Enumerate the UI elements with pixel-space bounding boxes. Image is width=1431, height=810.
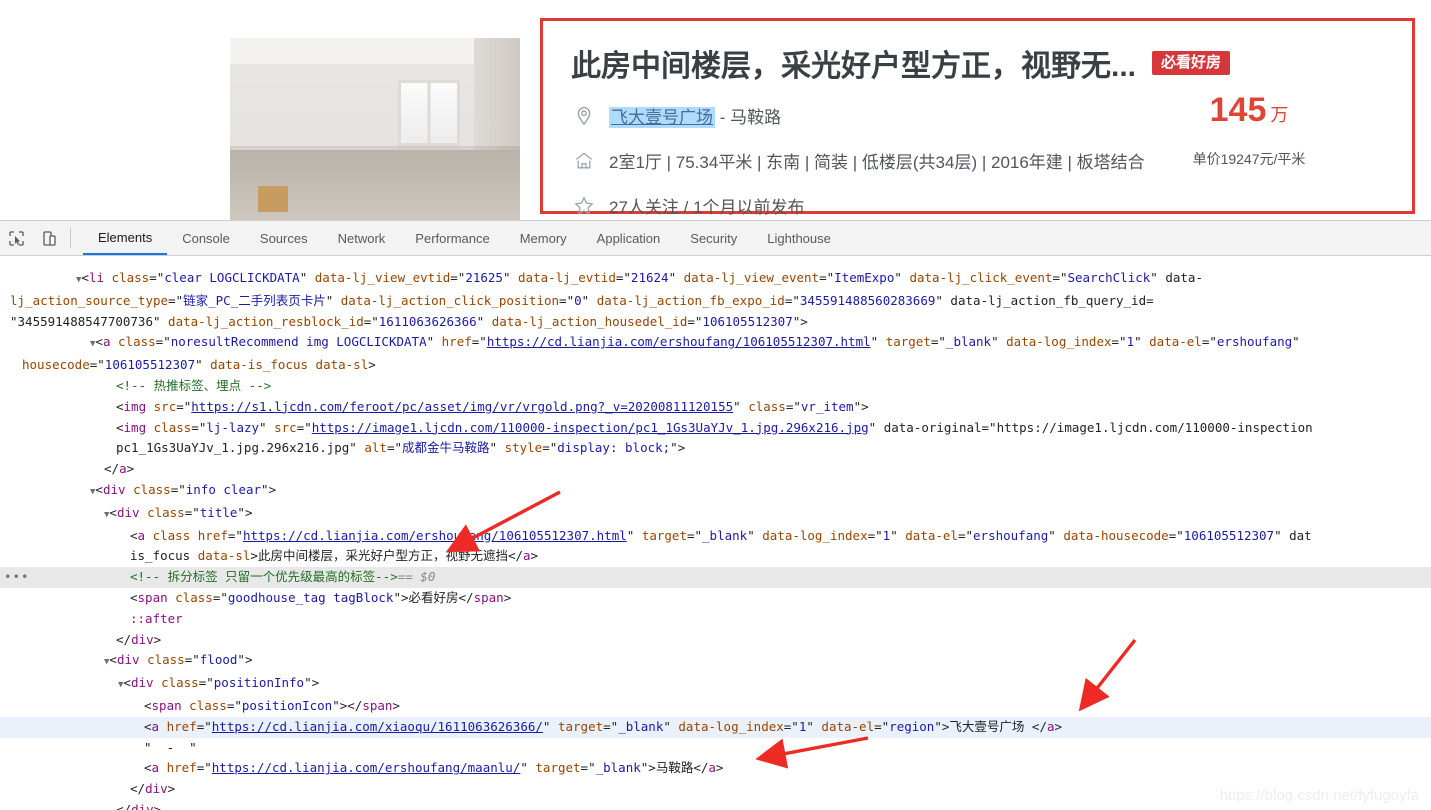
- tab-memory[interactable]: Memory: [505, 221, 582, 255]
- dom-line-a-title-2: is_focus data-sl>此房中间楼层，采光好户型方正，视野无遮挡</a…: [0, 546, 1431, 567]
- dom-line-div-positioninfo[interactable]: ▼<div class="positionInfo">: [0, 673, 1431, 696]
- tab-sources[interactable]: Sources: [245, 221, 323, 255]
- dom-code-l6: </a>: [104, 461, 135, 477]
- overflow-dots-icon[interactable]: •••: [4, 567, 30, 588]
- dom-line-a-img-open[interactable]: ▼<a class="noresultRecommend img LOGCLIC…: [0, 332, 1431, 355]
- dom-code-l2b: housecode="106105512307" data-is_focus d…: [22, 357, 376, 373]
- dom-code-l13: </div>: [116, 631, 162, 647]
- dom-line-div-positioninfo-close: </div>: [0, 779, 1431, 800]
- dom-code-l1c: "345591488547700736" data-lj_action_resb…: [10, 313, 808, 329]
- dom-line-a-close: </a>: [0, 459, 1431, 480]
- device-toolbar-icon[interactable]: [33, 221, 66, 255]
- location-separator: -: [715, 108, 731, 127]
- dom-code-l4: <img src="https://s1.ljcdn.com/feroot/pc…: [116, 398, 869, 414]
- photo-box-object: [258, 186, 288, 212]
- dom-code-l12: ::after: [130, 610, 183, 626]
- tab-performance[interactable]: Performance: [400, 221, 504, 255]
- dom-line-li-open-3: "345591488547700736" data-lj_action_resb…: [0, 312, 1431, 333]
- listing-specs-row: 2室1厅 | 75.34平米 | 东南 | 简装 | 低楼层(共34层) | 2…: [571, 144, 1145, 177]
- dom-line-a-maanlu[interactable]: <a href="https://cd.lianjia.com/ershoufa…: [0, 758, 1431, 779]
- dom-code-l1a: <li class="clear LOGCLICKDATA" data-lj_v…: [81, 270, 1203, 285]
- photo-window: [398, 80, 460, 146]
- dom-code-l8: <div class="title">: [109, 504, 253, 520]
- price-number: 145: [1209, 91, 1267, 129]
- listing-title-row: 此房中间楼层，采光好户型方正，视野无... 必看好房: [571, 41, 1392, 85]
- dom-code-l5a: <img class="lj-lazy" src="https://image1…: [116, 419, 1313, 435]
- listing-photo[interactable]: [230, 38, 520, 220]
- price-unit: 万: [1270, 105, 1289, 125]
- price-per-sqm: 单价19247元/平米: [1192, 151, 1306, 167]
- listing-title[interactable]: 此房中间楼层，采光好户型方正，视野无...: [571, 41, 1136, 85]
- dom-code-l2a: <a class="noresultRecommend img LOGCLICK…: [95, 334, 1300, 350]
- dom-line-div-title[interactable]: ▼<div class="title">: [0, 503, 1431, 526]
- dom-code-l7: <div class="info clear">: [95, 481, 277, 497]
- listing-follow-row: 27人关注 / 1个月以前发布: [571, 189, 1145, 222]
- dom-line-li-open[interactable]: ▼<li class="clear LOGCLICKDATA" data-lj_…: [0, 268, 1431, 291]
- dom-line-span-goodhouse[interactable]: <span class="goodhouse_tag tagBlock">必看好…: [0, 588, 1431, 609]
- dom-line-span-positionicon[interactable]: <span class="positionIcon"></span>: [0, 696, 1431, 717]
- price-total: 145 万: [1134, 93, 1364, 127]
- community-link[interactable]: 飞大壹号广场: [609, 107, 715, 128]
- devtools-toolbar: Elements Console Sources Network Performance…: [0, 221, 1431, 256]
- dom-code-l19: <a href="https://cd.lianjia.com/ershoufa…: [144, 760, 724, 776]
- dom-line-a-title[interactable]: <a class href="https://cd.lianjia.com/er…: [0, 526, 1431, 547]
- dom-code-l17a: <a href="https://cd.lianjia.com/xiaoqu/1…: [144, 718, 1063, 734]
- listing-location-text: 飞大壹号广场 - 马鞍路: [609, 103, 781, 128]
- dom-line-a-img-open-2: housecode="106105512307" data-is_focus d…: [0, 355, 1431, 376]
- dom-code-l21: </div>: [116, 801, 162, 810]
- toolbar-divider: [70, 228, 71, 248]
- inspect-element-icon[interactable]: [0, 221, 33, 255]
- dom-code-l18: " - ": [144, 739, 197, 755]
- dom-code-l5b: pc1_1Gs3UaYJv_1.jpg.296x216.jpg" alt="成都…: [116, 440, 686, 456]
- dom-code-l16: <span class="positionIcon"></span>: [144, 697, 400, 713]
- dom-line-textnode-dash: " - ": [0, 738, 1431, 759]
- selected-node-marker: == $0: [397, 569, 436, 585]
- tab-security[interactable]: Security: [675, 221, 752, 255]
- dom-line-a-xiaoqu[interactable]: <a href="https://cd.lianjia.com/xiaoqu/1…: [0, 716, 1431, 738]
- dom-code-l20: </div>: [130, 781, 176, 797]
- listing-detail-rows: 飞大壹号广场 - 马鞍路 2室1厅 | 75.34平米 | 东南 | 简装 | …: [571, 99, 1145, 234]
- screen-root: 此房中间楼层，采光好户型方正，视野无... 必看好房 飞大壹号广场 - 马鞍路: [0, 0, 1431, 810]
- dom-code-l3: <!-- 热推标签、埋点 -->: [116, 377, 272, 393]
- tab-console[interactable]: Console: [167, 221, 245, 255]
- tab-application[interactable]: Application: [582, 221, 676, 255]
- listing-specs-text: 2室1厅 | 75.34平米 | 东南 | 简装 | 低楼层(共34层) | 2…: [609, 153, 1145, 172]
- map-pin-icon: [571, 105, 597, 127]
- dom-code-l10: <!-- 拆分标签 只留一个优先级最高的标签-->: [130, 569, 398, 585]
- dom-line-partial: [0, 258, 1431, 268]
- dom-line-div-flood-close: </div>: [0, 800, 1431, 810]
- devtools-panel: Elements Console Sources Network Performance…: [0, 220, 1431, 810]
- dom-line-comment-hot: <!-- 热推标签、埋点 -->: [0, 376, 1431, 397]
- house-icon: [571, 150, 597, 172]
- devtools-tabs: Elements Console Sources Network Performance…: [83, 221, 846, 255]
- dom-line-pseudo-after[interactable]: ::after: [0, 609, 1431, 630]
- dom-code-l11: <span class="goodhouse_tag tagBlock">必看好…: [130, 589, 512, 605]
- tab-elements[interactable]: Elements: [83, 221, 168, 255]
- dom-line-selected-comment[interactable]: ••• <!-- 拆分标签 只留一个优先级最高的标签-->== $0: [0, 567, 1431, 588]
- star-icon: [571, 195, 597, 217]
- price-block: 145 万 单价19247元/平米: [1134, 93, 1364, 169]
- dom-line-li-open-2: lj_action_source_type="链家_PC_二手列表页卡片" da…: [0, 291, 1431, 312]
- dom-line-img-lazy-2: pc1_1Gs3UaYJv_1.jpg.296x216.jpg" alt="成都…: [0, 438, 1431, 459]
- dom-line-div-title-close: </div>: [0, 630, 1431, 651]
- dom-tree-pane[interactable]: ▼<li class="clear LOGCLICKDATA" data-lj_…: [0, 256, 1431, 810]
- street-name[interactable]: 马鞍路: [730, 108, 781, 127]
- dom-code-l1b: lj_action_source_type="链家_PC_二手列表页卡片" da…: [10, 292, 1154, 308]
- dom-code-l14: <div class="flood">: [109, 652, 253, 668]
- dom-code-l9b: is_focus data-sl>此房中间楼层，采光好户型方正，视野无遮挡</a…: [130, 548, 539, 564]
- listing-follow-text: 27人关注 / 1个月以前发布: [609, 198, 805, 217]
- listing-location-row: 飞大壹号广场 - 马鞍路: [571, 99, 1145, 132]
- tab-network[interactable]: Network: [323, 221, 401, 255]
- dom-code-l15: <div class="positionInfo">: [123, 675, 320, 691]
- dom-code-l9a: <a class href="https://cd.lianjia.com/er…: [130, 527, 1312, 543]
- dom-line-img-vr[interactable]: <img src="https://s1.ljcdn.com/feroot/pc…: [0, 397, 1431, 418]
- dom-line-div-info[interactable]: ▼<div class="info clear">: [0, 480, 1431, 503]
- listing-page-area: 此房中间楼层，采光好户型方正，视野无... 必看好房 飞大壹号广场 - 马鞍路: [0, 0, 1431, 220]
- dom-line-img-lazy[interactable]: <img class="lj-lazy" src="https://image1…: [0, 418, 1431, 439]
- tab-lighthouse[interactable]: Lighthouse: [752, 221, 846, 255]
- watermark: https://blog.csdn.net/fyfugoyfa: [1219, 787, 1419, 804]
- status-badge: 必看好房: [1152, 51, 1231, 75]
- dom-line-div-flood[interactable]: ▼<div class="flood">: [0, 650, 1431, 673]
- listing-card[interactable]: 此房中间楼层，采光好户型方正，视野无... 必看好房 飞大壹号广场 - 马鞍路: [540, 18, 1415, 217]
